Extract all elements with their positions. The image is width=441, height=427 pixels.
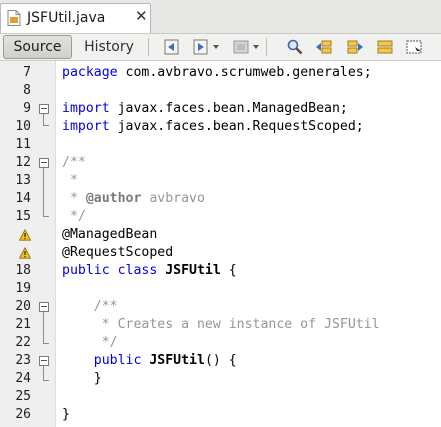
close-icon[interactable]: ✕ xyxy=(135,8,148,24)
keyword: import xyxy=(62,119,110,134)
code-rest: { xyxy=(220,263,237,278)
annotation-text[interactable]: @RequestScoped xyxy=(62,244,173,262)
line-number: 22 xyxy=(15,335,31,350)
fold-collapse-icon[interactable] xyxy=(39,104,49,114)
keyword: public xyxy=(93,353,142,368)
tab-jsfutil-java[interactable]: JSFUtil.java ✕ xyxy=(0,3,151,33)
code-line: 21 * Creates a new instance of JSFUtil xyxy=(0,316,441,334)
comment-text[interactable]: /** xyxy=(62,298,118,316)
code-text[interactable]: package com.avbravo.scrumweb.generales; xyxy=(62,64,372,82)
code-text[interactable]: * @author avbravo xyxy=(62,190,205,208)
code-line: 11 xyxy=(0,136,441,154)
annotation-text[interactable]: @ManagedBean xyxy=(62,226,157,244)
comment-text: avbravo xyxy=(141,191,205,206)
line-number: 11 xyxy=(15,137,31,152)
code-line: 10 import javax.faces.bean.RequestScoped… xyxy=(0,118,441,136)
line-number: 10 xyxy=(15,119,31,134)
line-number: 12 xyxy=(15,155,31,170)
warning-icon[interactable] xyxy=(19,229,31,241)
code-line: 22 */ xyxy=(0,334,441,352)
keyword: import xyxy=(62,101,110,116)
editor-tab-bar: JSFUtil.java ✕ xyxy=(0,0,441,34)
find-icon[interactable] xyxy=(286,38,304,56)
line-number: 24 xyxy=(15,371,31,386)
toolbar-separator xyxy=(266,38,267,56)
comment-text[interactable]: */ xyxy=(62,334,118,352)
navigate-icon[interactable] xyxy=(232,38,250,56)
line-number: 20 xyxy=(15,299,31,314)
code-line: 15 */ xyxy=(0,208,441,226)
package-name: com.avbravo.scrumweb.generales; xyxy=(117,65,372,80)
code-line: 8 xyxy=(0,82,441,100)
find-next-icon[interactable] xyxy=(346,38,364,56)
line-number: 14 xyxy=(15,191,31,206)
tab-title: JSFUtil.java xyxy=(27,10,106,26)
line-number: 26 xyxy=(15,407,31,422)
code-line: 14 * @author avbravo xyxy=(0,190,441,208)
code-line: 13 * xyxy=(0,172,441,190)
code-line: 12 /** xyxy=(0,154,441,172)
code-line: @RequestScoped xyxy=(0,244,441,262)
editor-toolbar: Source History xyxy=(0,34,441,61)
code-line: 9 import javax.faces.bean.ManagedBean; xyxy=(0,100,441,118)
line-number: 15 xyxy=(15,209,31,224)
code-line: 24 } xyxy=(0,370,441,388)
line-number: 25 xyxy=(15,389,31,404)
line-number: 21 xyxy=(15,317,31,332)
code-line: 19 xyxy=(0,280,441,298)
line-number: 23 xyxy=(15,353,31,368)
fold-collapse-icon[interactable] xyxy=(39,158,49,168)
code-line: @ManagedBean xyxy=(0,226,441,244)
keyword: public class xyxy=(62,263,158,278)
code-text[interactable]: import javax.faces.bean.RequestScoped; xyxy=(62,118,364,136)
line-number: 9 xyxy=(23,101,31,116)
import-name: javax.faces.bean.ManagedBean; xyxy=(109,101,348,116)
toolbar-separator xyxy=(148,38,149,56)
comment-prefix: * xyxy=(62,191,86,206)
line-number: 13 xyxy=(15,173,31,188)
comment-text[interactable]: * xyxy=(62,172,78,190)
code-text[interactable]: import javax.faces.bean.ManagedBean; xyxy=(62,100,348,118)
comment-text[interactable]: * Creates a new instance of JSFUtil xyxy=(62,316,380,334)
javadoc-tag: @author xyxy=(85,191,142,206)
comment-text[interactable]: /** xyxy=(62,154,86,172)
chevron-down-icon[interactable] xyxy=(253,45,259,49)
fold-collapse-icon[interactable] xyxy=(39,302,49,312)
code-text[interactable]: public class JSFUtil { xyxy=(62,262,237,280)
line-number: 18 xyxy=(15,263,31,278)
code-text[interactable]: } xyxy=(62,370,102,388)
warning-icon[interactable] xyxy=(19,247,31,259)
code-text[interactable]: } xyxy=(62,406,70,424)
keyword: package xyxy=(62,65,118,80)
java-file-icon xyxy=(7,10,21,26)
toggle-bookmark-icon[interactable] xyxy=(405,38,423,56)
line-number: 8 xyxy=(23,83,31,98)
chevron-down-icon[interactable] xyxy=(213,45,219,49)
comment-text[interactable]: */ xyxy=(62,208,86,226)
code-rest: () { xyxy=(204,353,237,368)
code-line: 20 /** xyxy=(0,298,441,316)
code-line: 23 public JSFUtil() { xyxy=(0,352,441,370)
fold-collapse-icon[interactable] xyxy=(39,356,49,366)
back-icon[interactable] xyxy=(163,38,181,56)
history-button[interactable]: History xyxy=(76,35,142,59)
code-line: 7 package com.avbravo.scrumweb.generales… xyxy=(0,64,441,82)
import-name: javax.faces.bean.RequestScoped; xyxy=(109,119,364,134)
code-text[interactable]: public JSFUtil() { xyxy=(62,352,237,370)
line-number: 7 xyxy=(23,65,31,80)
toggle-highlight-icon[interactable] xyxy=(376,38,394,56)
class-name: JSFUtil xyxy=(165,263,221,278)
find-previous-icon[interactable] xyxy=(315,38,333,56)
code-line: 25 xyxy=(0,388,441,406)
source-button[interactable]: Source xyxy=(3,35,72,59)
line-number: 19 xyxy=(15,281,31,296)
constructor-name: JSFUtil xyxy=(149,353,205,368)
code-line: 26 } xyxy=(0,406,441,424)
forward-icon[interactable] xyxy=(192,38,210,56)
code-line: 18 public class JSFUtil { xyxy=(0,262,441,280)
